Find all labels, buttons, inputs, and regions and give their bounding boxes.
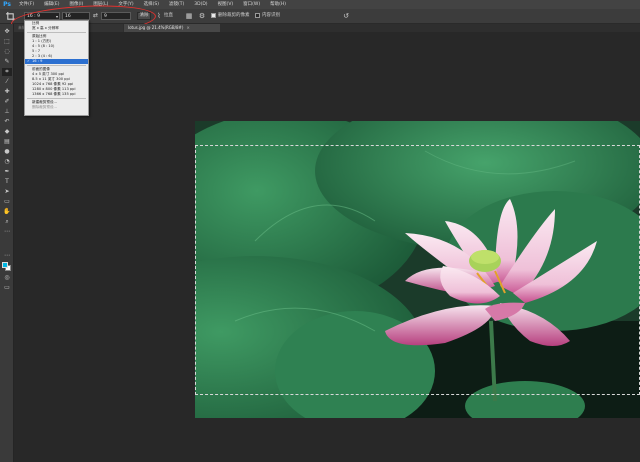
menu-separator (27, 65, 86, 66)
menu-separator (27, 32, 86, 33)
shape-tool-icon[interactable]: ▭ (2, 198, 12, 206)
swap-icon[interactable]: ⇄ (93, 12, 98, 20)
crop-preset-label: 1366 x 768 像素 135 ppi (32, 92, 76, 96)
more-tools-icon[interactable]: ⋯ (2, 228, 12, 236)
hand-tool-icon[interactable]: ✋ (2, 208, 12, 216)
crop-tool-icon[interactable] (3, 10, 17, 23)
history-brush-tool-icon[interactable]: ↶ (2, 118, 12, 126)
crop-preset-label: 8.5 x 11 英寸 300 ppi (32, 77, 70, 81)
crop-ratio-select[interactable]: 16 : 9 ▾ (24, 12, 60, 20)
app-logo: Ps (3, 1, 11, 8)
menu-item[interactable]: 图像(I) (64, 0, 88, 9)
menu-item[interactable]: 帮助(H) (265, 0, 291, 9)
straighten-icon[interactable]: ⌇ (154, 11, 164, 21)
eraser-tool-icon[interactable]: ◆ (2, 128, 12, 136)
delete-cropped-checkbox[interactable] (211, 13, 216, 18)
content-aware-checkbox[interactable] (255, 13, 260, 18)
crop-ratio-value: 16 : 9 (27, 14, 40, 19)
gear-icon[interactable]: ⚙ (197, 11, 207, 21)
grid-overlay-icon[interactable]: ▦ (184, 11, 194, 21)
delete-cropped-label: 删除裁剪的像素 (218, 13, 250, 18)
lasso-tool-icon[interactable]: ◌ (2, 48, 12, 56)
chevron-down-icon: ▾ (55, 14, 58, 19)
tab-label: lotus.jpg @ 21.4%(RGB/8#) (128, 25, 184, 30)
menu-item[interactable]: 窗口(W) (238, 0, 265, 9)
pen-tool-icon[interactable]: ✒ (2, 168, 12, 176)
crop-preset-item: 删除裁剪预设... (25, 105, 88, 110)
dodge-tool-icon[interactable]: ◔ (2, 158, 12, 166)
quick-mask-icon[interactable]: ◎ (2, 274, 12, 282)
menu-separator (27, 98, 86, 99)
content-aware-label: 内容识别 (262, 13, 280, 18)
crop-preset-label: 4 : 5 (8 : 10) (32, 44, 55, 48)
lotus-photo[interactable] (195, 121, 640, 418)
crop-preset-label: 1280 x 800 像素 113 ppi (32, 87, 76, 91)
crop-preset-label: 新建裁剪预设... (32, 100, 57, 104)
crop-preset-item[interactable]: 1366 x 768 像素 135 ppi (25, 92, 88, 97)
checkmark-icon: ✓ (27, 59, 31, 63)
brush-tool-icon[interactable]: ✐ (2, 98, 12, 106)
screen-mode-icon[interactable]: ▭ (2, 284, 12, 292)
clone-stamp-tool-icon[interactable]: ⊥ (2, 108, 12, 116)
crop-preset-label: 16 : 9 (32, 59, 43, 63)
crop-preset-label: 1 : 1 (方形) (32, 39, 52, 43)
crop-height-input[interactable]: 9 (101, 12, 131, 20)
menu-bar: Ps 文件(F) 编辑(E) 图像(I) 图层(L) 文字(Y) 选择(S) 滤镜(T) 3D… (0, 0, 640, 9)
crop-preset-label: 原始比例 (32, 34, 47, 38)
tools-panel: ✥ ⬚ ◌ ✎ ⌗ ⁄ ✚ ✐ ⊥ ↶ ◆ ▤ ● ◔ ✒ T ➤ ▭ ✋ ⌕ … (0, 24, 14, 462)
menu-item[interactable]: 文字(Y) (113, 0, 138, 9)
menu-item[interactable]: 选择(S) (139, 0, 164, 9)
crop-ratio-dropdown: 比例宽 x 高 x 分辨率 原始比例 1 : 1 (方形) 4 : 5 (8 : 10… (24, 20, 89, 116)
move-tool-icon[interactable]: ✥ (2, 28, 12, 36)
foreground-color-swatch[interactable] (2, 262, 8, 268)
menu-item[interactable]: 编辑(E) (39, 0, 64, 9)
blur-tool-icon[interactable]: ● (2, 148, 12, 156)
crop-preset-label: 1024 x 768 像素 92 ppi (32, 82, 74, 86)
menu-item[interactable]: 滤镜(T) (164, 0, 189, 9)
crop-preset-label: 宽 x 高 x 分辨率 (32, 26, 59, 30)
marquee-tool-icon[interactable]: ⬚ (2, 38, 12, 46)
quick-select-tool-icon[interactable]: ✎ (2, 58, 12, 66)
document-tab-bar: 未标题-1 @ 21.4%(RGB/8#)× lotus.jpg @ 21.4%… (14, 24, 640, 32)
menu-item[interactable]: 文件(F) (14, 0, 39, 9)
gradient-tool-icon[interactable]: ▤ (2, 138, 12, 146)
tab-lotus[interactable]: lotus.jpg @ 21.4%(RGB/8#) × (124, 24, 220, 32)
eyedropper-tool-icon[interactable]: ⁄ (2, 78, 12, 86)
crop-preset-label: 5 : 7 (32, 49, 41, 53)
type-tool-icon[interactable]: T (2, 178, 12, 186)
crop-preset-label: 前面的图像 (32, 67, 50, 71)
crop-preset-label: 4 x 5 英寸 300 ppi (32, 72, 65, 76)
menu-item[interactable]: 3D(D) (189, 0, 212, 9)
zoom-tool-icon[interactable]: ⌕ (2, 218, 12, 226)
crop-preset-label: 2 : 3 (4 : 6) (32, 54, 53, 58)
close-icon[interactable]: × (186, 25, 189, 30)
crop-preset-label: 删除裁剪预设... (32, 105, 57, 109)
clear-button[interactable]: 清除 (137, 12, 151, 20)
straighten-label: 拉直 (164, 13, 173, 18)
healing-brush-tool-icon[interactable]: ✚ (2, 88, 12, 96)
reset-icon[interactable]: ↺ (341, 11, 351, 21)
menu-item[interactable]: 视图(V) (213, 0, 239, 9)
crop-preset-item[interactable]: 宽 x 高 x 分辨率 (25, 26, 88, 31)
menu-item[interactable]: 图层(L) (88, 0, 113, 9)
crop-tool-icon[interactable]: ⌗ (2, 68, 12, 76)
crop-width-input[interactable]: 16 (62, 12, 90, 20)
edit-toolbar-icon[interactable]: ⋯ (2, 252, 12, 260)
crop-preset-item[interactable]: ✓ 16 : 9 (25, 59, 88, 64)
crop-preset-label: 比例 (32, 21, 40, 25)
path-select-tool-icon[interactable]: ➤ (2, 188, 12, 196)
